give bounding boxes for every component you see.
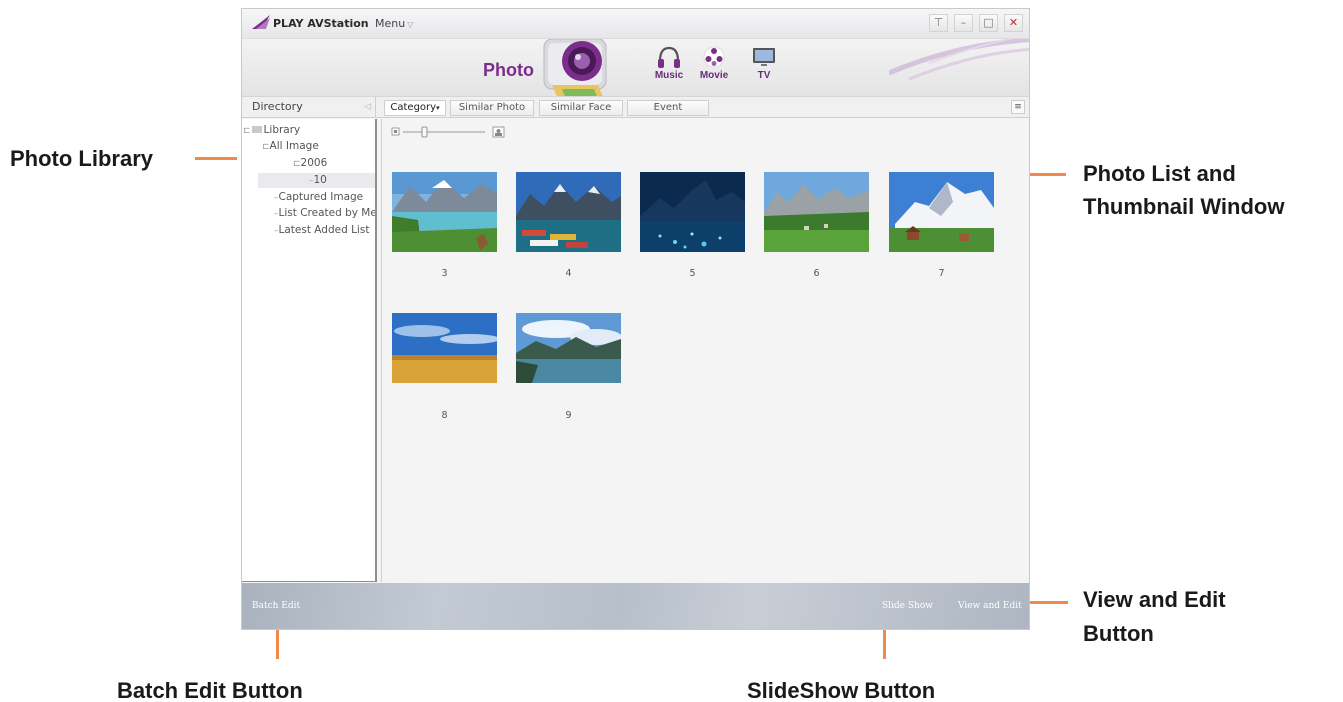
thumbnail-photo[interactable]: [516, 172, 621, 252]
thumbnail-photo[interactable]: [516, 313, 621, 393]
film-reel-icon: [703, 46, 725, 68]
thumbnail-number: 4: [565, 268, 572, 279]
app-logo-icon: [252, 15, 270, 29]
thumbnail-number: 9: [565, 410, 572, 421]
thumbnail-photo[interactable]: [764, 172, 869, 252]
thumbnail-photo[interactable]: [392, 172, 497, 252]
tree-label-latest-added: Latest Added List: [278, 224, 370, 236]
tree-label-all-image: All Image: [269, 140, 319, 152]
music-tab[interactable]: Music: [647, 45, 691, 81]
tree-label-2006: 2006: [300, 157, 328, 169]
close-button[interactable]: ✕: [1004, 14, 1023, 32]
bottom-bar: Batch Edit Slide Show View and Edit: [242, 583, 1029, 629]
thumbnail-number: 6: [813, 268, 820, 279]
movie-tab[interactable]: Movie: [692, 45, 736, 81]
minimize-icon: –: [960, 16, 967, 29]
slider-handle[interactable]: [421, 126, 428, 138]
tab-event[interactable]: Event: [627, 100, 709, 116]
tv-tab[interactable]: TV: [742, 45, 786, 81]
chevron-down-icon: ▽: [407, 20, 414, 29]
tab-category-label: Category: [390, 102, 437, 113]
thumbnail-window: 3 4 5 6 7 8 9: [381, 119, 1029, 582]
tree-label-list-created: List Created by Me: [278, 207, 376, 219]
tree-label-library: Library: [263, 124, 301, 136]
tree-item-all-image[interactable]: ⊏All Image: [262, 139, 319, 154]
tree-label-10: 10: [313, 174, 327, 186]
tv-icon: [753, 48, 775, 66]
expand-icon: ⊏: [293, 159, 301, 169]
thumbnail-number: 3: [441, 268, 448, 279]
photo-tab-label[interactable]: Photo: [483, 60, 534, 81]
folder-icon: [251, 126, 262, 133]
mini-mode-icon: ⊤: [933, 16, 944, 29]
menu-label: Menu: [375, 17, 406, 30]
list-view-icon: ≡: [1014, 102, 1022, 112]
camera-icon: [543, 39, 607, 96]
minimize-button[interactable]: –: [954, 14, 973, 32]
slide-show-button[interactable]: Slide Show: [882, 601, 933, 611]
thumbnail-photo[interactable]: [889, 172, 994, 252]
callout-batch-edit: Batch Edit Button: [117, 678, 303, 702]
callout-view-edit-line2: Button: [1083, 621, 1154, 646]
callout-view-edit-line1: View and Edit: [1083, 587, 1226, 612]
callout-photo-library: Photo Library: [10, 146, 154, 171]
tv-tab-label: TV: [757, 70, 771, 81]
menu-button[interactable]: Menu ▽: [375, 17, 413, 30]
decorative-swoosh: [889, 39, 1029, 81]
tree-label-captured-image: Captured Image: [278, 191, 364, 203]
tree-item-captured-image[interactable]: –Captured Image: [274, 190, 363, 205]
list-view-button[interactable]: ≡: [1011, 100, 1025, 114]
thumbnail-number: 8: [441, 410, 448, 421]
tree-item-2006[interactable]: ⊏2006: [293, 156, 327, 171]
thumbnail-photo[interactable]: [640, 172, 745, 252]
media-bar: Photo Music Movie TV: [242, 39, 1029, 97]
callout-line-photo-library: [195, 157, 237, 160]
batch-edit-button[interactable]: Batch Edit: [252, 601, 300, 611]
app-window: PLAY AVStation Menu ▽ ⊤ – □ ✕ Photo Musi…: [241, 8, 1030, 630]
tree-item-library[interactable]: ⊏ Library: [243, 123, 300, 138]
directory-label: Directory: [252, 100, 303, 113]
callout-slideshow: SlideShow Button: [747, 678, 936, 702]
thumbnail-number: 7: [938, 268, 945, 279]
maximize-button[interactable]: □: [979, 14, 998, 32]
close-icon: ✕: [1008, 16, 1019, 29]
directory-header: Directory ◁: [242, 97, 376, 118]
tree-item-10[interactable]: –10: [258, 173, 375, 188]
callout-photo-list-line2: Thumbnail Window: [1083, 194, 1285, 219]
music-tab-label: Music: [654, 70, 684, 81]
title-bar: PLAY AVStation Menu ▽ ⊤ – □ ✕: [242, 9, 1029, 39]
headphones-icon: [658, 46, 680, 68]
app-title: PLAY AVStation: [273, 17, 369, 30]
collapse-panel-icon[interactable]: ◁: [364, 97, 371, 117]
thumbnail-size-slider[interactable]: [391, 126, 506, 138]
tab-category[interactable]: Category▾: [384, 100, 446, 116]
tab-similar-face[interactable]: Similar Face: [539, 100, 623, 116]
tree-item-list-created[interactable]: –List Created by Me: [274, 206, 375, 221]
callout-photo-list-line1: Photo List and: [1083, 161, 1236, 186]
tree-item-latest-added[interactable]: –Latest Added List: [274, 223, 369, 238]
expand-icon: ⊏: [243, 126, 251, 136]
mini-mode-button[interactable]: ⊤: [929, 14, 948, 32]
directory-panel: ⊏ Library ⊏All Image ⊏2006 –10 –Captured …: [242, 119, 377, 582]
view-and-edit-button[interactable]: View and Edit: [958, 601, 1022, 611]
movie-tab-label: Movie: [699, 70, 729, 81]
expand-icon: ⊏: [262, 142, 270, 152]
toolbar: Directory ◁ Category▾ Similar Photo Simi…: [242, 97, 1029, 118]
tab-similar-photo[interactable]: Similar Photo: [450, 100, 534, 116]
window-controls: ⊤ – □ ✕: [929, 14, 1023, 32]
thumbnail-photo[interactable]: [392, 313, 497, 393]
callout-line-view-edit: [1030, 601, 1068, 604]
maximize-icon: □: [983, 16, 994, 29]
thumbnail-number: 5: [689, 268, 696, 279]
dropdown-arrow-icon: ▾: [436, 104, 440, 112]
